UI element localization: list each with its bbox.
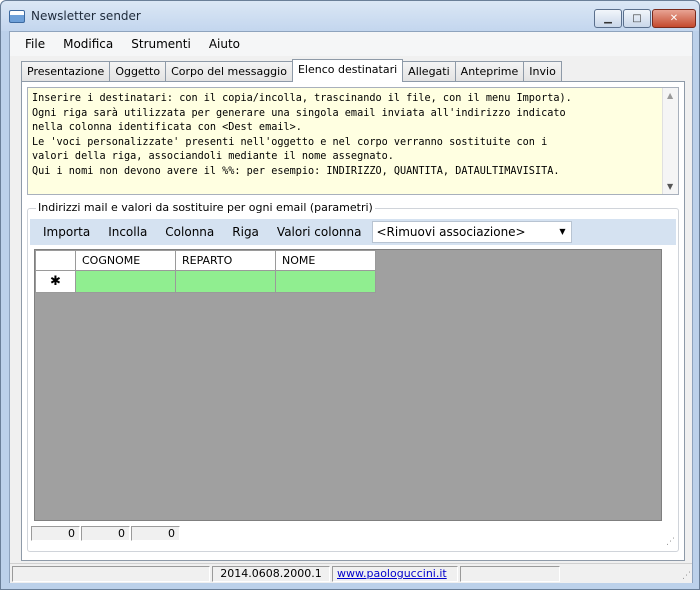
window-resize-grip-icon[interactable]: ⋰ bbox=[682, 571, 691, 581]
recipients-group: Indirizzi mail e valori da sostituire pe… bbox=[27, 201, 679, 552]
menu-aiuto[interactable]: Aiuto bbox=[200, 32, 249, 56]
colonna-button[interactable]: Colonna bbox=[156, 219, 223, 245]
riga-button[interactable]: Riga bbox=[223, 219, 268, 245]
new-row: ✱ bbox=[35, 270, 376, 293]
main-window: Newsletter sender ▁ □ ✕ File Modifica St… bbox=[0, 0, 700, 590]
status-pane-extra bbox=[460, 566, 560, 582]
close-button[interactable]: ✕ bbox=[652, 9, 696, 28]
maximize-icon: □ bbox=[632, 13, 642, 24]
importa-button[interactable]: Importa bbox=[34, 219, 99, 245]
menu-strumenti[interactable]: Strumenti bbox=[122, 32, 200, 56]
maximize-button[interactable]: □ bbox=[623, 9, 651, 28]
instructions-scrollbar[interactable]: ▲ ▼ bbox=[662, 88, 678, 194]
minimize-button[interactable]: ▁ bbox=[594, 9, 622, 28]
counter-3: 0 bbox=[131, 526, 180, 541]
tab-corpo-messaggio[interactable]: Corpo del messaggio bbox=[165, 61, 293, 82]
tab-panel: Inserire i destinatari: con il copia/inc… bbox=[21, 81, 685, 561]
grid-header-row: COGNOME REPARTO NOME bbox=[35, 250, 376, 271]
scroll-down-icon[interactable]: ▼ bbox=[667, 182, 673, 191]
resize-grip-icon[interactable]: ⋰ bbox=[666, 537, 675, 547]
instructions-textbox[interactable]: Inserire i destinatari: con il copia/inc… bbox=[27, 87, 679, 195]
chevron-down-icon[interactable]: ▼ bbox=[559, 222, 565, 242]
scroll-up-icon[interactable]: ▲ bbox=[667, 91, 673, 100]
tab-elenco-destinatari[interactable]: Elenco destinatari bbox=[291, 59, 404, 82]
column-header-nome[interactable]: NOME bbox=[275, 250, 376, 271]
tab-presentazione[interactable]: Presentazione bbox=[21, 61, 111, 82]
association-combo-value: <Rimuovi associazione> bbox=[376, 225, 526, 239]
counter-1: 0 bbox=[31, 526, 80, 541]
new-row-header[interactable]: ✱ bbox=[35, 270, 76, 293]
tab-allegati[interactable]: Allegati bbox=[402, 61, 456, 82]
minimize-icon: ▁ bbox=[604, 13, 612, 24]
counter-2: 0 bbox=[81, 526, 130, 541]
client-area: File Modifica Strumenti Aiuto Presentazi… bbox=[9, 31, 693, 583]
new-row-icon: ✱ bbox=[50, 274, 61, 289]
window-title: Newsletter sender bbox=[31, 9, 141, 23]
tab-invio[interactable]: Invio bbox=[523, 61, 562, 82]
column-header-reparto[interactable]: REPARTO bbox=[175, 250, 276, 271]
menu-bar: File Modifica Strumenti Aiuto bbox=[10, 32, 692, 56]
status-bar: 2014.0608.2000.1 www.paologuccini.it ⋰ bbox=[10, 563, 692, 583]
grid-table: COGNOME REPARTO NOME ✱ bbox=[35, 250, 376, 293]
counters-row: 0 0 0 bbox=[31, 526, 181, 541]
close-icon: ✕ bbox=[669, 13, 679, 24]
tab-anteprime[interactable]: Anteprime bbox=[454, 61, 525, 82]
menu-file[interactable]: File bbox=[16, 32, 54, 56]
menu-modifica[interactable]: Modifica bbox=[54, 32, 122, 56]
grid-corner-header[interactable] bbox=[35, 250, 76, 271]
website-link[interactable]: www.paologuccini.it bbox=[332, 566, 458, 582]
grid-toolbar: Importa Incolla Colonna Riga Valori colo… bbox=[30, 219, 676, 245]
grid-cell[interactable] bbox=[175, 270, 276, 293]
instructions-text: Inserire i destinatari: con il copia/inc… bbox=[32, 93, 572, 177]
tab-oggetto[interactable]: Oggetto bbox=[109, 61, 167, 82]
version-label: 2014.0608.2000.1 bbox=[212, 566, 330, 582]
column-header-cognome[interactable]: COGNOME bbox=[75, 250, 176, 271]
association-combo[interactable]: <Rimuovi associazione> ▼ bbox=[371, 221, 572, 243]
title-bar[interactable]: Newsletter sender ▁ □ ✕ bbox=[1, 1, 699, 31]
valori-colonna-button[interactable]: Valori colonna bbox=[268, 219, 371, 245]
app-window-icon bbox=[9, 10, 25, 23]
grid-cell[interactable] bbox=[75, 270, 176, 293]
status-pane-empty bbox=[12, 566, 210, 582]
recipients-grid[interactable]: COGNOME REPARTO NOME ✱ bbox=[34, 249, 662, 521]
incolla-button[interactable]: Incolla bbox=[99, 219, 156, 245]
recipients-group-label: Indirizzi mail e valori da sostituire pe… bbox=[36, 201, 375, 214]
grid-cell[interactable] bbox=[275, 270, 376, 293]
tab-strip: Presentazione Oggetto Corpo del messaggi… bbox=[21, 59, 562, 82]
